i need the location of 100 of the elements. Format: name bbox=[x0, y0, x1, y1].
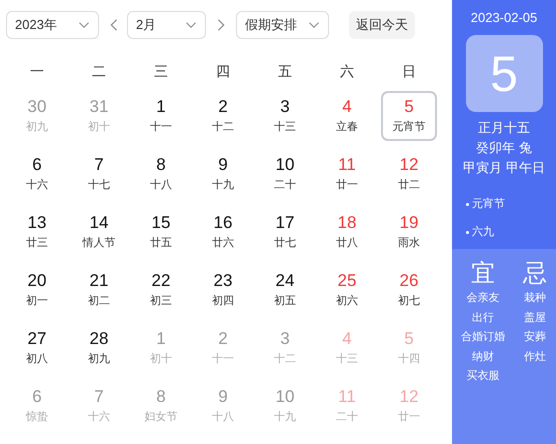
day-number: 31 bbox=[90, 97, 108, 117]
weekday-label: 一 bbox=[29, 62, 45, 81]
lunar-date: 初六 bbox=[336, 294, 358, 309]
lunar-date: 十一 bbox=[212, 352, 234, 367]
lunar-date: 廿一 bbox=[336, 178, 358, 193]
lunar-date: 二十 bbox=[274, 178, 296, 193]
day-number: 24 bbox=[276, 271, 294, 291]
big-day-number: 5 bbox=[466, 35, 542, 112]
day-number: 12 bbox=[400, 387, 418, 407]
lunar-date: 十八 bbox=[150, 178, 172, 193]
day-cell[interactable]: 25 初六 bbox=[319, 265, 375, 315]
day-cell[interactable]: 17 廿七 bbox=[257, 207, 313, 257]
lunar-date: 初三 bbox=[150, 294, 172, 309]
day-cell[interactable]: 7 十七 bbox=[71, 149, 127, 199]
day-number: 17 bbox=[276, 213, 294, 233]
day-cell[interactable]: 6 十六 bbox=[9, 149, 65, 199]
lunar-date: 廿八 bbox=[336, 236, 358, 251]
lunar-date: 廿三 bbox=[26, 236, 48, 251]
day-cell[interactable]: 23 初四 bbox=[195, 265, 251, 315]
day-cell[interactable]: 22 初三 bbox=[133, 265, 189, 315]
almanac-item: 纳财 bbox=[472, 350, 494, 364]
almanac-item: 安葬 bbox=[524, 330, 546, 345]
day-number: 23 bbox=[214, 271, 232, 291]
almanac-item: 合婚订婚 bbox=[461, 330, 505, 345]
lunar-date: 十九 bbox=[212, 178, 234, 193]
lunar-info: 正月十五 bbox=[478, 119, 530, 137]
day-number: 15 bbox=[152, 213, 170, 233]
bullet-icon bbox=[466, 230, 469, 234]
lunar-date: 廿七 bbox=[274, 236, 296, 251]
day-cell[interactable]: 13 廿三 bbox=[9, 207, 65, 257]
day-cell[interactable]: 1 十一 bbox=[133, 91, 189, 141]
day-cell[interactable]: 20 初一 bbox=[9, 265, 65, 315]
day-number: 5 bbox=[404, 97, 414, 117]
day-number: 2 bbox=[218, 329, 228, 349]
lunar-date: 十七 bbox=[88, 178, 110, 193]
day-cell[interactable]: 28 初九 bbox=[71, 323, 127, 373]
day-number: 12 bbox=[400, 155, 418, 175]
day-cell[interactable]: 4 立春 bbox=[319, 91, 375, 141]
weekday-label: 三 bbox=[153, 62, 169, 81]
day-cell[interactable]: 26 初七 bbox=[381, 265, 437, 315]
day-number: 18 bbox=[338, 213, 356, 233]
day-cell[interactable]: 14 情人节 bbox=[71, 207, 127, 257]
event-item: 元宵节 bbox=[472, 196, 505, 212]
lunar-info: 癸卯年 兔 bbox=[476, 139, 532, 157]
day-cell[interactable]: 16 廿六 bbox=[195, 207, 251, 257]
almanac-item: 会亲友 bbox=[466, 290, 500, 306]
day-cell[interactable]: 3 十三 bbox=[257, 91, 313, 141]
day-number: 2 bbox=[218, 97, 228, 117]
almanac-item: 栽种 bbox=[524, 291, 546, 306]
lunar-date: 十二 bbox=[212, 120, 234, 135]
almanac-heading: 宜 bbox=[471, 259, 495, 289]
day-number: 14 bbox=[90, 213, 108, 233]
day-number: 8 bbox=[156, 387, 166, 407]
day-number: 30 bbox=[28, 97, 46, 117]
lunar-date: 初四 bbox=[212, 294, 234, 309]
lunar-date: 初一 bbox=[26, 294, 48, 309]
lunar-date: 初五 bbox=[274, 294, 296, 309]
day-number: 19 bbox=[400, 213, 418, 233]
day-cell[interactable]: 12 廿二 bbox=[381, 149, 437, 199]
lunar-date: 十三 bbox=[274, 120, 296, 135]
day-number: 4 bbox=[342, 97, 352, 117]
day-number: 11 bbox=[338, 387, 356, 407]
day-cell[interactable]: 10 二十 bbox=[257, 149, 313, 199]
day-cell[interactable]: 15 廿五 bbox=[133, 207, 189, 257]
day-cell[interactable]: 11 廿一 bbox=[319, 149, 375, 199]
day-number: 16 bbox=[214, 213, 232, 233]
day-number: 20 bbox=[28, 271, 46, 291]
day-cell[interactable]: 9 十九 bbox=[195, 149, 251, 199]
holiday-select[interactable]: 假期安排 bbox=[236, 11, 329, 39]
lunar-date: 元宵节 bbox=[392, 120, 426, 135]
lunar-date: 二十 bbox=[336, 410, 358, 425]
year-select[interactable]: 2023年 bbox=[6, 11, 99, 39]
month-select[interactable]: 2月 bbox=[127, 11, 206, 39]
day-cell[interactable]: 24 初五 bbox=[257, 265, 313, 315]
lunar-date: 十六 bbox=[26, 178, 48, 193]
day-cell[interactable]: 8 十八 bbox=[133, 149, 189, 199]
lunar-date: 廿二 bbox=[398, 178, 420, 193]
day-number: 3 bbox=[280, 97, 290, 117]
weekday-label: 五 bbox=[277, 62, 293, 81]
day-number: 6 bbox=[32, 387, 42, 407]
day-cell[interactable]: 19 雨水 bbox=[381, 207, 437, 257]
weekday-label: 二 bbox=[91, 62, 107, 81]
day-cell[interactable]: 5 元宵节 bbox=[381, 91, 437, 141]
day-number: 28 bbox=[90, 329, 108, 349]
almanac-item: 作灶 bbox=[524, 350, 546, 364]
almanac-heading: 忌 bbox=[523, 259, 547, 289]
day-number: 10 bbox=[276, 387, 294, 407]
day-cell[interactable]: 21 初二 bbox=[71, 265, 127, 315]
day-cell[interactable]: 2 十二 bbox=[195, 91, 251, 141]
lunar-date: 初八 bbox=[26, 352, 48, 367]
select-value: 假期安排 bbox=[245, 16, 297, 34]
day-cell[interactable]: 18 廿八 bbox=[319, 207, 375, 257]
day-number: 9 bbox=[218, 155, 228, 175]
day-number: 6 bbox=[32, 155, 42, 175]
today-button[interactable]: 返回今天 bbox=[349, 11, 415, 39]
lunar-date: 廿一 bbox=[398, 410, 420, 425]
day-number: 27 bbox=[28, 329, 46, 349]
day-number: 1 bbox=[156, 97, 166, 117]
lunar-date: 廿五 bbox=[150, 236, 172, 251]
day-cell[interactable]: 27 初八 bbox=[9, 323, 65, 373]
